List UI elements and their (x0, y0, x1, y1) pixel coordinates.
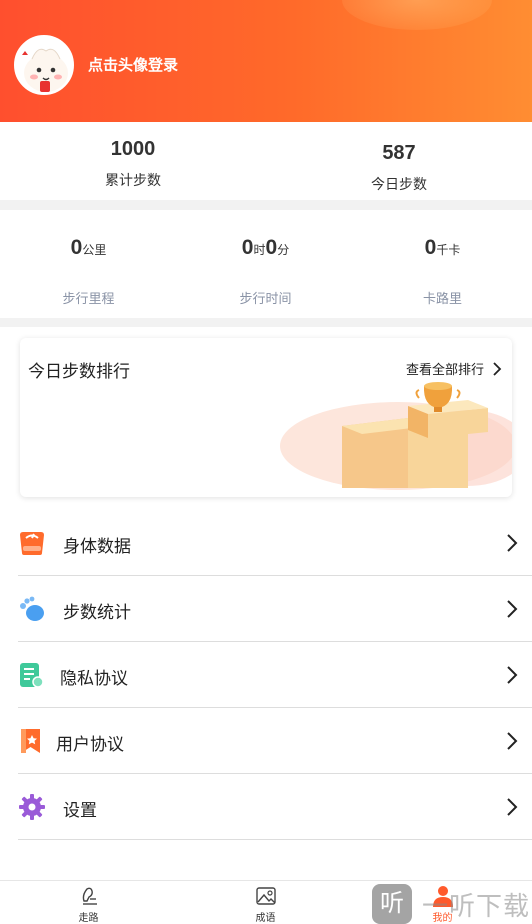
avatar[interactable] (14, 35, 74, 95)
menu-item-body-data[interactable]: 身体数据 (18, 510, 532, 576)
time-stat: 0时0分 步行时间 (177, 210, 354, 318)
chevron-right-icon (493, 361, 502, 376)
tab-idioms[interactable]: 成语 (177, 881, 354, 924)
menu-label-settings: 设置 (63, 801, 97, 820)
today-steps: 587 今日步数 (266, 122, 532, 200)
calories-stat: 0千卡 卡路里 (354, 210, 531, 318)
time-label: 步行时间 (239, 291, 292, 306)
image-icon (255, 887, 276, 905)
footprint-icon (20, 596, 44, 621)
distance-label: 步行里程 (62, 291, 115, 306)
avatar-mascot-icon (16, 37, 72, 93)
menu-label-step-statistics: 步数统计 (63, 603, 131, 622)
time-value: 0时0分 (241, 236, 290, 259)
tab-walk-label: 走路 (78, 913, 99, 924)
bookmark-icon (21, 729, 40, 753)
menu-item-user-agreement[interactable]: 用户协议 (18, 708, 532, 774)
total-steps: 1000 累计步数 (0, 122, 266, 200)
scale-icon (20, 532, 44, 555)
menu-label-user-agreement: 用户协议 (56, 735, 124, 754)
menu-label-body-data: 身体数据 (63, 537, 131, 556)
tab-idioms-label: 成语 (255, 913, 276, 924)
login-prompt[interactable]: 点击头像登录 (88, 54, 178, 75)
menu-item-settings[interactable]: 设置 (18, 774, 532, 840)
chevron-right-icon (507, 666, 518, 684)
profile-header: 点击头像登录 (0, 0, 532, 122)
watermark: 听 一听下载 (372, 884, 532, 924)
watermark-logo: 听 (372, 884, 412, 924)
walking-stats-card: 0公里 步行里程 0时0分 步行时间 0千卡 卡路里 (0, 210, 532, 318)
step-ranking-card[interactable]: 今日步数排行 查看全部排行 (20, 338, 512, 497)
chevron-right-icon (507, 534, 518, 552)
chevron-right-icon (507, 798, 518, 816)
watermark-text: 一听下载 (422, 890, 531, 921)
today-steps-value: 587 (382, 142, 416, 164)
view-all-ranking-label: 查看全部排行 (405, 362, 484, 377)
calories-label: 卡路里 (422, 291, 462, 306)
document-icon (20, 663, 44, 688)
distance-value: 0公里 (70, 236, 107, 259)
steps-summary-card: 1000 累计步数 587 今日步数 (0, 122, 532, 200)
walk-icon (82, 887, 97, 905)
menu-item-step-statistics[interactable]: 步数统计 (18, 576, 532, 642)
menu-item-privacy-policy[interactable]: 隐私协议 (18, 642, 532, 708)
menu-label-privacy-policy: 隐私协议 (60, 669, 128, 688)
today-steps-label: 今日步数 (371, 176, 427, 192)
podium-trophy-illustration (280, 382, 512, 490)
calories-value: 0千卡 (424, 236, 461, 259)
chevron-right-icon (507, 600, 518, 618)
total-steps-label: 累计步数 (105, 172, 161, 188)
view-all-ranking-link[interactable]: 查看全部排行 (406, 359, 504, 378)
distance-stat: 0公里 步行里程 (0, 210, 177, 318)
ranking-title: 今日步数排行 (28, 362, 130, 381)
chevron-right-icon (507, 732, 518, 750)
gear-icon (19, 794, 45, 820)
header-decoration (342, 0, 492, 30)
tab-walk[interactable]: 走路 (0, 881, 177, 924)
total-steps-value: 1000 (110, 138, 156, 160)
